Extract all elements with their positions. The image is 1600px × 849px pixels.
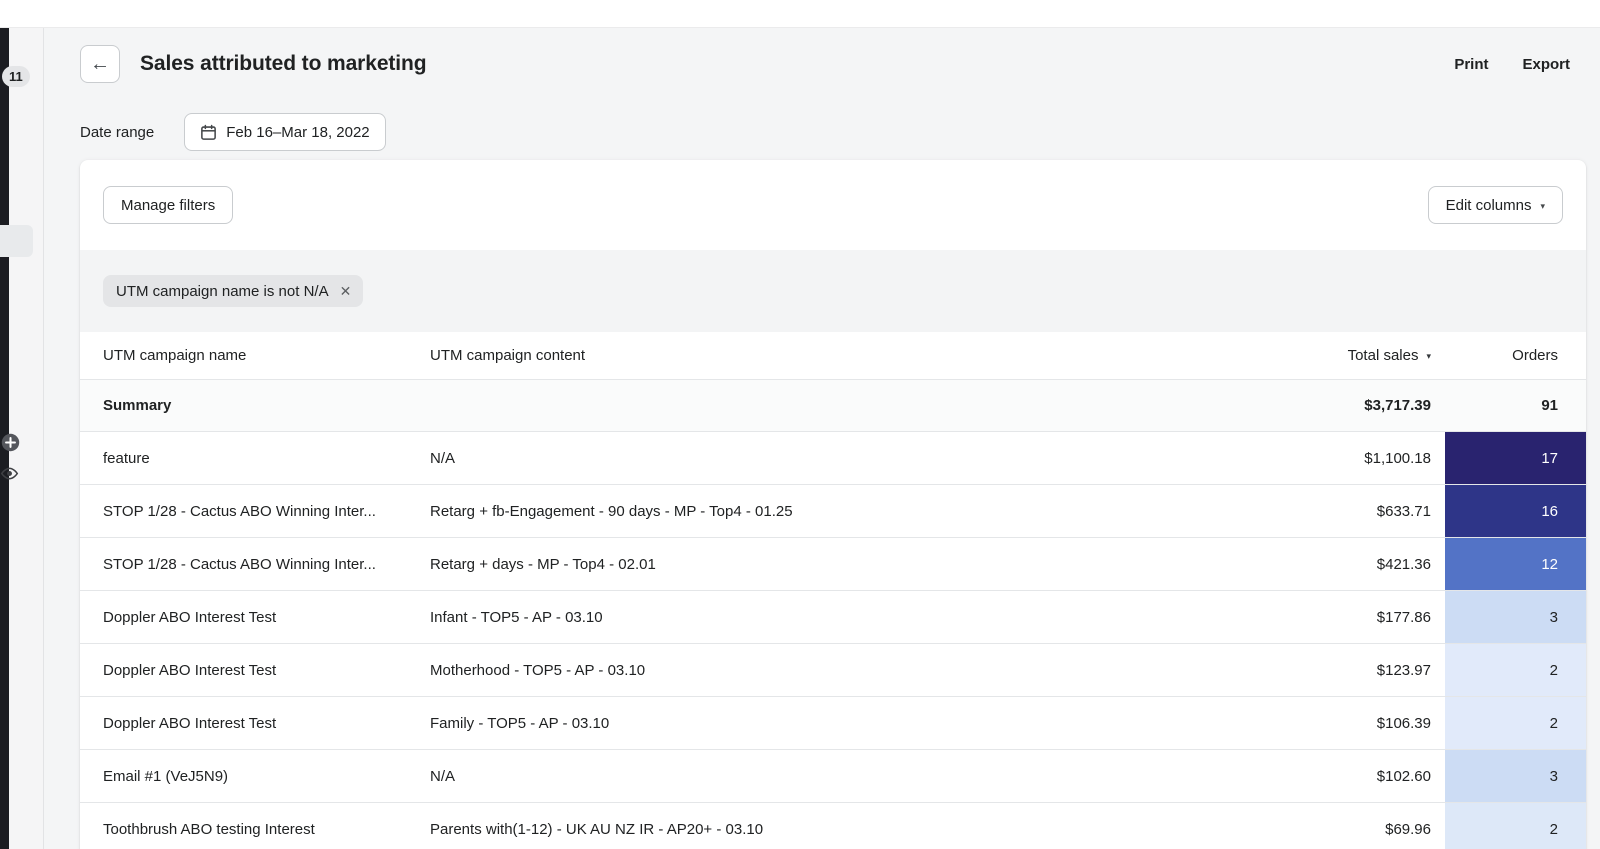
report-card: Manage filters Edit columns ▾ UTM campai… <box>80 160 1586 849</box>
date-range-label: Date range <box>80 123 155 141</box>
cell-orders-heatmap: 2 <box>1445 697 1586 749</box>
print-button[interactable]: Print <box>1454 56 1488 73</box>
cell-total-sales: $69.96 <box>1385 820 1431 838</box>
header-actions: Print Export <box>1454 56 1586 73</box>
remove-filter-icon[interactable]: ✕ <box>340 284 352 298</box>
filter-chip-label: UTM campaign name is not N/A <box>116 282 329 300</box>
cell-utm-campaign-content: Motherhood - TOP5 - AP - 03.10 <box>430 661 646 679</box>
cell-total-sales: $102.60 <box>1376 767 1431 785</box>
header-orders[interactable]: Orders <box>1445 332 1586 379</box>
manage-filters-button[interactable]: Manage filters <box>103 186 234 224</box>
header-utm-campaign-content[interactable]: UTM campaign content <box>430 332 1231 379</box>
date-range-row: Date range Feb 16–Mar 18, 2022 <box>80 99 386 165</box>
cell-total-sales: $421.36 <box>1376 555 1431 573</box>
back-arrow-icon: ← <box>90 52 110 75</box>
table-row[interactable]: Toothbrush ABO testing Interest Parents … <box>80 803 1586 849</box>
plus-circle-icon[interactable] <box>1 433 20 452</box>
table-row[interactable]: Doppler ABO Interest Test Infant - TOP5 … <box>80 591 1586 644</box>
cell-orders-heatmap: 3 <box>1445 591 1586 643</box>
cell-orders-heatmap: 2 <box>1445 803 1586 849</box>
export-button[interactable]: Export <box>1522 56 1570 73</box>
card-toolbar: Manage filters Edit columns ▾ <box>80 160 1586 250</box>
cell-orders-heatmap: 2 <box>1445 644 1586 696</box>
manage-filters-label: Manage filters <box>121 196 216 214</box>
cell-orders-heatmap: 3 <box>1445 750 1586 802</box>
report-table: UTM campaign name UTM campaign content T… <box>80 332 1586 849</box>
cell-utm-campaign-name: STOP 1/28 - Cactus ABO Winning Inter... <box>103 502 376 520</box>
summary-orders: 91 <box>1541 397 1558 414</box>
edit-columns-label: Edit columns <box>1445 196 1532 214</box>
summary-label: Summary <box>103 397 172 414</box>
cell-utm-campaign-content: N/A <box>430 449 456 467</box>
cell-utm-campaign-name: Doppler ABO Interest Test <box>103 714 277 732</box>
table-row[interactable]: STOP 1/28 - Cactus ABO Winning Inter... … <box>80 538 1586 591</box>
sidebar-selected-item[interactable] <box>0 225 33 257</box>
cell-utm-campaign-content: Retarg + fb-Engagement - 90 days - MP - … <box>430 502 793 520</box>
summary-total-sales: $3,717.39 <box>1364 397 1431 414</box>
top-band <box>0 0 1600 28</box>
main-content: ← Sales attributed to marketing Print Ex… <box>44 28 1600 849</box>
applied-filters-band: UTM campaign name is not N/A ✕ <box>80 250 1586 332</box>
header-total-sales[interactable]: Total sales ▾ <box>1231 332 1431 379</box>
filter-chip[interactable]: UTM campaign name is not N/A ✕ <box>103 275 364 307</box>
cell-orders-heatmap: 16 <box>1445 485 1586 537</box>
header-utm-campaign-name[interactable]: UTM campaign name <box>80 332 430 379</box>
eye-icon[interactable] <box>0 464 19 483</box>
table-row[interactable]: feature N/A $1,100.18 17 <box>80 432 1586 485</box>
sort-desc-icon: ▾ <box>1426 351 1431 361</box>
header-total-sales-label: Total sales <box>1347 347 1419 364</box>
cell-total-sales: $633.71 <box>1376 502 1431 520</box>
summary-content <box>430 380 1231 431</box>
cell-utm-campaign-content: N/A <box>430 767 456 785</box>
cell-utm-campaign-name: STOP 1/28 - Cactus ABO Winning Inter... <box>103 555 376 573</box>
nav-count-badge: 11 <box>2 66 30 87</box>
table-row[interactable]: Email #1 (VeJ5N9) N/A $102.60 3 <box>80 750 1586 803</box>
app-window: 11 ← Sales attributed to marketing Print… <box>0 0 1600 849</box>
cell-utm-campaign-name: Email #1 (VeJ5N9) <box>103 767 229 785</box>
cell-orders-heatmap: 17 <box>1445 432 1586 484</box>
cell-utm-campaign-name: Doppler ABO Interest Test <box>103 661 277 679</box>
table-header-row: UTM campaign name UTM campaign content T… <box>80 332 1586 380</box>
calendar-icon <box>200 124 217 141</box>
cell-utm-campaign-content: Family - TOP5 - AP - 03.10 <box>430 714 610 732</box>
table-row[interactable]: STOP 1/28 - Cactus ABO Winning Inter... … <box>80 485 1586 538</box>
page-header: ← Sales attributed to marketing Print Ex… <box>80 34 1586 94</box>
cell-total-sales: $177.86 <box>1376 608 1431 626</box>
table-row[interactable]: Doppler ABO Interest Test Motherhood - T… <box>80 644 1586 697</box>
page-title: Sales attributed to marketing <box>140 52 427 75</box>
summary-row: Summary $3,717.39 91 <box>80 380 1586 432</box>
cell-orders-heatmap: 12 <box>1445 538 1586 590</box>
cell-utm-campaign-content: Infant - TOP5 - AP - 03.10 <box>430 608 603 626</box>
cell-total-sales: $123.97 <box>1376 661 1431 679</box>
cell-utm-campaign-content: Parents with(1-12) - UK AU NZ IR - AP20+… <box>430 820 764 838</box>
cell-utm-campaign-name: Doppler ABO Interest Test <box>103 608 277 626</box>
edit-columns-button[interactable]: Edit columns ▾ <box>1427 186 1563 224</box>
cell-utm-campaign-content: Retarg + days - MP - Top4 - 02.01 <box>430 555 656 573</box>
cell-total-sales: $1,100.18 <box>1364 449 1431 467</box>
cell-total-sales: $106.39 <box>1376 714 1431 732</box>
date-range-picker[interactable]: Feb 16–Mar 18, 2022 <box>184 113 386 151</box>
table-row[interactable]: Doppler ABO Interest Test Family - TOP5 … <box>80 697 1586 750</box>
table-body: feature N/A $1,100.18 17 STOP 1/28 - Cac… <box>80 432 1586 849</box>
cell-utm-campaign-name: Toothbrush ABO testing Interest <box>103 820 315 838</box>
date-range-value: Feb 16–Mar 18, 2022 <box>226 123 370 141</box>
chevron-down-icon: ▾ <box>1540 200 1545 211</box>
back-button[interactable]: ← <box>80 45 120 83</box>
cell-utm-campaign-name: feature <box>103 449 150 467</box>
